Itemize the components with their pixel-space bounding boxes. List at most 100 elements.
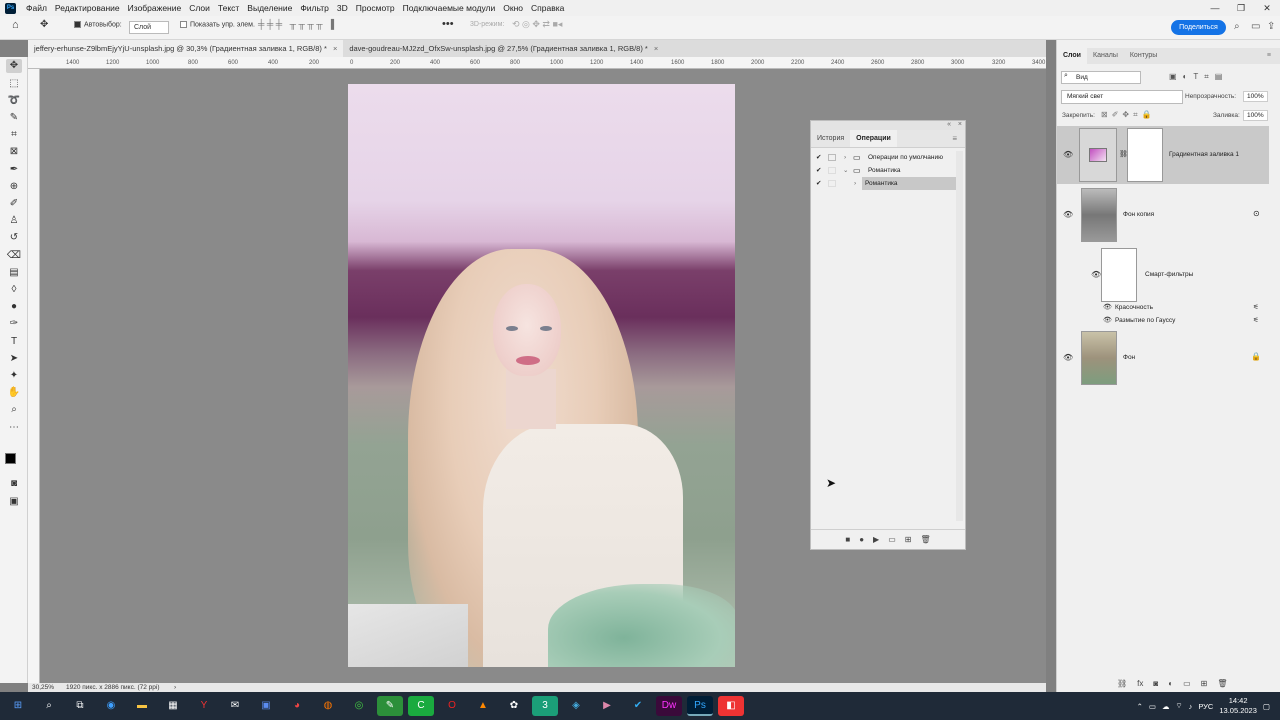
todo-icon[interactable]: ✔	[625, 696, 651, 716]
app-icon[interactable]: ◎	[346, 696, 372, 716]
menu-3d[interactable]: 3D	[333, 3, 352, 13]
check-icon[interactable]: ✔	[816, 151, 821, 164]
stop-icon[interactable]: ■	[845, 535, 850, 544]
chevron-right-icon[interactable]: ›	[174, 683, 176, 692]
menu-image[interactable]: Изображение	[124, 3, 186, 13]
menu-layers[interactable]: Слои	[185, 3, 214, 13]
menu-help[interactable]: Справка	[527, 3, 568, 13]
link-layers-icon[interactable]: ⛓	[1117, 679, 1127, 688]
share-icon[interactable]: ⇪	[1267, 21, 1275, 32]
camtasia-icon[interactable]: C	[408, 696, 434, 716]
brush-tool-icon[interactable]: ✐	[6, 197, 22, 211]
layer-thumbnail[interactable]	[1081, 188, 1117, 242]
menu-edit[interactable]: Редактирование	[51, 3, 124, 13]
photoshop-taskbar-icon[interactable]: Ps	[687, 696, 713, 716]
new-set-icon[interactable]: ▭	[888, 535, 896, 544]
dodge-tool-icon[interactable]: ●	[6, 300, 22, 314]
healing-tool-icon[interactable]: ⊕	[6, 180, 22, 194]
eye-icon[interactable]: 👁	[1091, 270, 1101, 279]
menu-plugins[interactable]: Подключаемые модули	[399, 3, 500, 13]
type-tool-icon[interactable]: T	[6, 335, 22, 349]
dreamweaver-icon[interactable]: Dw	[656, 696, 682, 716]
lock-icons[interactable]: ⊠✐✥⌗🔒	[1101, 110, 1156, 120]
tab-document-1[interactable]: jeffery-erhunse-Z9lbmEjyYjU-unsplash.jpg…	[28, 40, 344, 57]
move-tool-icon[interactable]: ✥	[40, 19, 48, 30]
volume-icon[interactable]: ♪	[1189, 702, 1193, 711]
panel-menu-icon[interactable]: ≡	[1261, 48, 1277, 64]
quick-select-tool-icon[interactable]: ✎	[6, 111, 22, 125]
eye-icon[interactable]: 👁	[1063, 353, 1073, 362]
close-tab-icon[interactable]: ×	[333, 44, 337, 53]
close-tab-icon[interactable]: ×	[654, 44, 658, 53]
wifi-icon[interactable]: ⌔	[1176, 701, 1183, 711]
lasso-tool-icon[interactable]: ➰	[6, 94, 22, 108]
trash-icon[interactable]: 🗑	[920, 535, 930, 544]
store-icon[interactable]: ▦	[160, 696, 186, 716]
share-button[interactable]: Поделиться	[1171, 20, 1226, 35]
check-icon[interactable]: ✔	[816, 177, 821, 190]
layer-background-copy[interactable]: 👁 Фон копия ⊙	[1057, 186, 1269, 244]
language-indicator[interactable]: РУС	[1198, 702, 1213, 711]
foreground-color-swatch[interactable]	[5, 453, 16, 464]
eye-icon[interactable]: 👁	[1103, 303, 1112, 311]
check-icon[interactable]: ✔	[816, 164, 821, 177]
yandex-icon[interactable]: Y	[191, 696, 217, 716]
tab-paths[interactable]: Контуры	[1124, 48, 1163, 64]
chevron-up-icon[interactable]: ⌃	[1137, 702, 1143, 711]
menu-text[interactable]: Текст	[214, 3, 243, 13]
tab-document-2[interactable]: dave-goudreau-MJ2zd_OfxSw-unsplash.jpg @…	[343, 40, 664, 57]
layer-gradient-fill[interactable]: 👁 ⛓ Градиентная заливка 1	[1057, 126, 1269, 184]
tab-channels[interactable]: Каналы	[1087, 48, 1124, 64]
tab-history[interactable]: История	[811, 130, 850, 147]
document-image[interactable]	[348, 84, 735, 667]
marquee-tool-icon[interactable]: ⬚	[6, 77, 22, 91]
save-icon[interactable]: ▣	[253, 696, 279, 716]
layer-thumbnail[interactable]	[1081, 331, 1117, 385]
screen-mode-icon[interactable]: ▣	[6, 495, 22, 509]
hand-tool-icon[interactable]: ✋	[6, 386, 22, 400]
home-icon[interactable]: ⌂	[12, 19, 19, 31]
frame-tool-icon[interactable]: ⊠	[6, 145, 22, 159]
new-action-icon[interactable]: ⊞	[905, 535, 912, 544]
gradient-tool-icon[interactable]: ▤	[6, 266, 22, 280]
eye-icon[interactable]: 👁	[1063, 210, 1073, 219]
filter-row[interactable]: 👁 Размытие по Гауссу ⚟	[1057, 316, 1269, 328]
align-icons[interactable]: ╪ ╪ ╪ ╥ ╥ ╥ ╥ ▐	[258, 19, 334, 29]
new-group-icon[interactable]: ▭	[1183, 679, 1191, 688]
spreadsheet-icon[interactable]: ✎	[377, 696, 403, 716]
edge-icon[interactable]: ◉	[98, 696, 124, 716]
workspace-icon[interactable]: ▭	[1251, 21, 1260, 32]
autoselect-dropdown[interactable]: Слой	[129, 21, 169, 34]
search-icon[interactable]: ⌕	[1234, 21, 1240, 32]
search-icon[interactable]: ⌕	[36, 696, 62, 716]
dialog-toggle-icon[interactable]	[828, 154, 836, 161]
menu-view[interactable]: Просмотр	[352, 3, 399, 13]
history-brush-icon[interactable]: ↺	[6, 231, 22, 245]
task-view-icon[interactable]: ⧉	[67, 696, 93, 716]
notifications-icon[interactable]: ▢	[1263, 702, 1270, 711]
show-transform-checkbox[interactable]: Показать упр. элем.	[180, 21, 255, 28]
filter-row[interactable]: 👁 Красочность ⚟	[1057, 303, 1269, 315]
adjustment-icon[interactable]: ◐	[1168, 679, 1173, 688]
start-icon[interactable]: ⊞	[5, 696, 31, 716]
layer-filter-dropdown[interactable]: Вид	[1061, 71, 1141, 84]
chevron-right-icon[interactable]: ›	[854, 177, 856, 190]
close-icon[interactable]: ✕	[1254, 0, 1280, 16]
minimize-icon[interactable]: —	[1202, 0, 1228, 16]
autoselect-checkbox[interactable]: Автовыбор:	[74, 21, 122, 28]
shape-tool-icon[interactable]: ✦	[6, 369, 22, 383]
collapse-icon[interactable]: «	[947, 121, 951, 128]
app-3-icon[interactable]: 3	[532, 696, 558, 716]
filter-options-icon[interactable]: ⚟	[1253, 303, 1259, 311]
zoom-tool-icon[interactable]: ⌕	[6, 403, 22, 417]
3d-mode-icons[interactable]: ⟲ ◎ ✥ ⇄ ■◂	[512, 19, 562, 30]
opacity-field[interactable]: 100%	[1243, 91, 1268, 102]
action-set-row[interactable]: ✔ › ▭ Операции по умолчанию	[811, 151, 965, 164]
quick-mask-icon[interactable]: ◙	[6, 477, 22, 491]
eraser-tool-icon[interactable]: ⌫	[6, 249, 22, 263]
chevron-down-icon[interactable]: ⌄	[843, 164, 848, 177]
panel-header[interactable]: « ×	[811, 121, 965, 130]
menu-select[interactable]: Выделение	[243, 3, 296, 13]
vlc-icon[interactable]: ▲	[470, 696, 496, 716]
menu-file[interactable]: Файл	[22, 3, 51, 13]
